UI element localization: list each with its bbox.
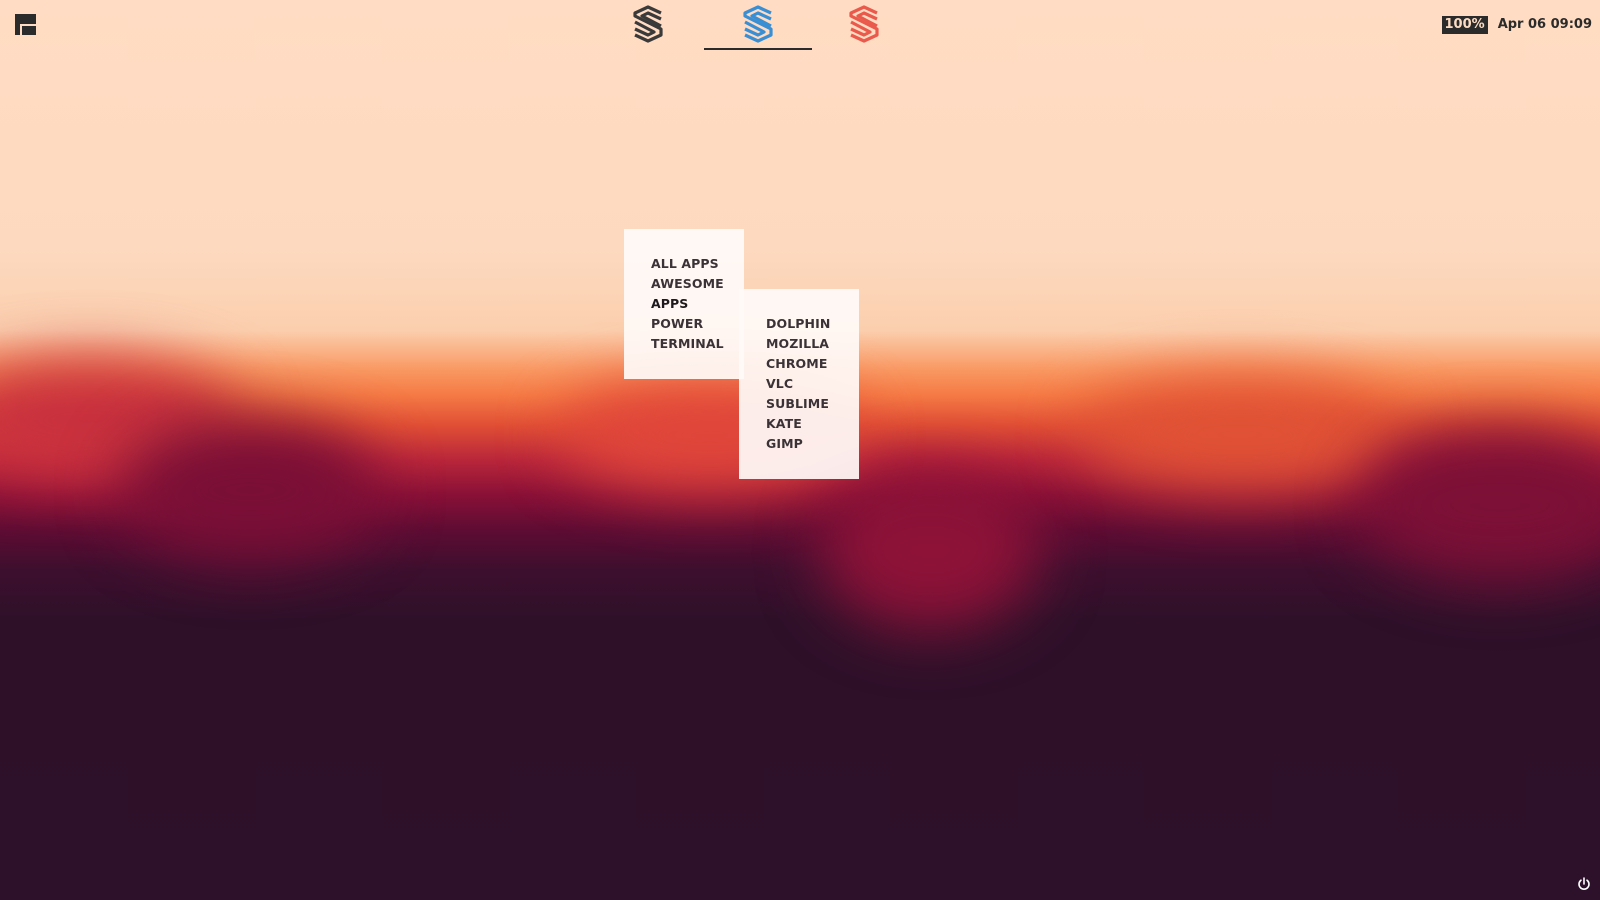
apps-submenu: DOLPHIN MOZILLA CHROME VLC SUBLIME KATE … <box>739 289 859 479</box>
menu-item-apps[interactable]: APPS <box>651 294 744 314</box>
top-panel: 100% Apr 06 09:09 <box>0 0 1600 52</box>
submenu-item-gimp[interactable]: GIMP <box>766 434 859 454</box>
workspace-3-button[interactable] <box>810 0 918 50</box>
launcher-menu: ALL APPS AWESOME APPS POWER TERMINAL <box>624 229 744 379</box>
submenu-item-mozilla[interactable]: MOZILLA <box>766 334 859 354</box>
stack-icon <box>633 5 663 43</box>
workspace-2-button[interactable] <box>704 0 812 50</box>
clock[interactable]: Apr 06 09:09 <box>1498 16 1592 34</box>
submenu-item-dolphin[interactable]: DOLPHIN <box>766 314 859 334</box>
stack-icon <box>849 5 879 43</box>
status-area: 100% Apr 06 09:09 <box>1441 16 1592 34</box>
stack-icon <box>743 5 773 43</box>
workspace-1-button[interactable] <box>594 0 702 50</box>
power-icon[interactable] <box>1576 876 1592 892</box>
submenu-item-sublime[interactable]: SUBLIME <box>766 394 859 414</box>
menu-item-awesome[interactable]: AWESOME <box>651 274 744 294</box>
launcher-menu-icon[interactable] <box>15 14 36 35</box>
menu-item-terminal[interactable]: TERMINAL <box>651 334 744 354</box>
submenu-item-chrome[interactable]: CHROME <box>766 354 859 374</box>
menu-item-power[interactable]: POWER <box>651 314 744 334</box>
battery-indicator[interactable]: 100% <box>1441 16 1488 34</box>
submenu-item-vlc[interactable]: VLC <box>766 374 859 394</box>
menu-item-all-apps[interactable]: ALL APPS <box>651 254 744 274</box>
submenu-item-kate[interactable]: KATE <box>766 414 859 434</box>
